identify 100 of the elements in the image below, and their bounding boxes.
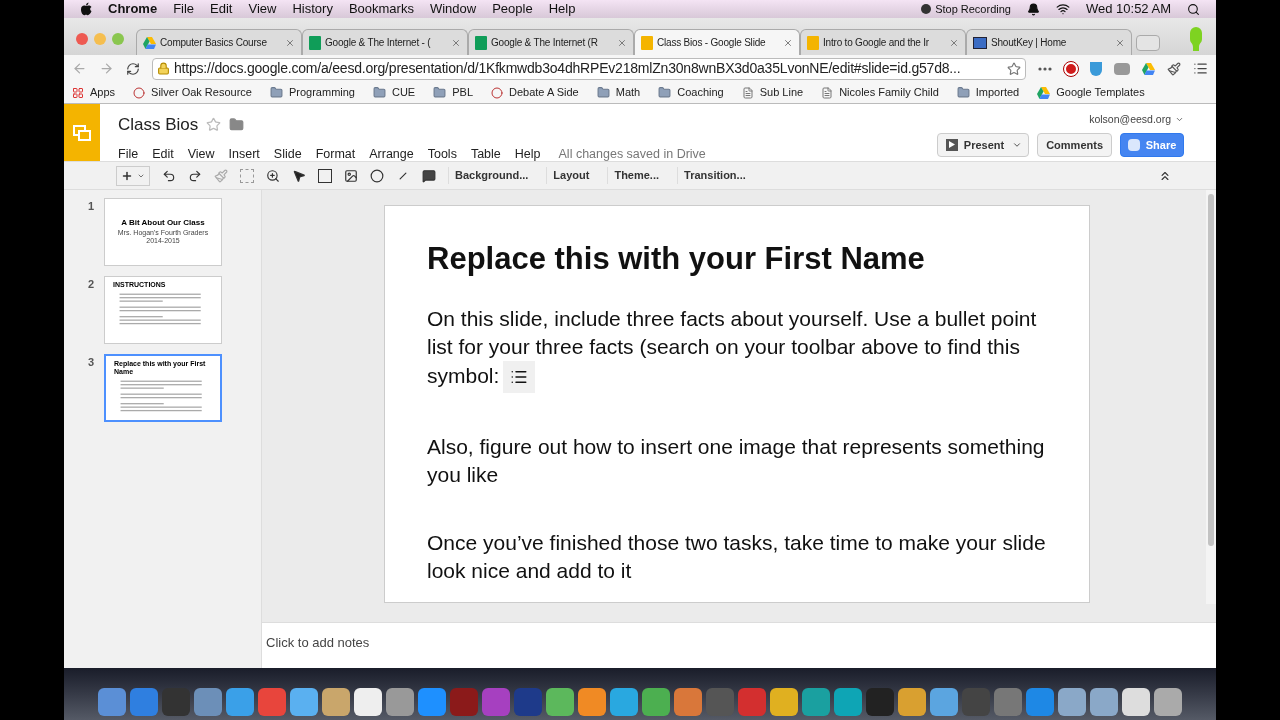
dock-app-icon[interactable]	[770, 688, 798, 716]
menu-item[interactable]: Slide	[273, 144, 302, 164]
bookmark[interactable]: Nicoles Family Child	[821, 84, 939, 101]
slide-paragraph[interactable]: Once you’ve finished those two tasks, take time to make your slide look nice and add to it	[427, 528, 1049, 585]
close-icon[interactable]	[1115, 37, 1125, 48]
bookmark[interactable]: CUE	[373, 84, 416, 101]
close-icon[interactable]	[285, 37, 295, 48]
dock-app-icon[interactable]	[642, 688, 670, 716]
slide-paragraph[interactable]: On this slide, include three facts about yourself. Use a bullet point list for your three facts (search on your toolbar above to find this symbol:	[427, 304, 1049, 393]
bookmark[interactable]: PBL	[433, 84, 473, 101]
toolbar-button[interactable]: Background...	[448, 167, 535, 184]
star-icon[interactable]	[206, 117, 222, 133]
toolbar-button[interactable]: Transition...	[677, 167, 752, 184]
toolbar-button[interactable]: Theme...	[607, 167, 666, 184]
bookmark[interactable]: Apps	[72, 84, 116, 101]
menu-item[interactable]: Edit	[152, 144, 174, 164]
browser-tab[interactable]: Class Bios - Google Slide	[634, 29, 800, 55]
stop-recording-button[interactable]: Stop Recording	[921, 0, 1011, 18]
close-icon[interactable]	[783, 37, 793, 48]
bookmark[interactable]: Debate A Side	[491, 84, 579, 101]
select-icon[interactable]	[292, 168, 306, 183]
image-icon[interactable]	[344, 168, 358, 183]
menu-item[interactable]: Tools	[427, 144, 457, 164]
apple-icon[interactable]	[80, 2, 92, 16]
search-icon[interactable]	[1187, 2, 1200, 16]
dock-app-icon[interactable]	[898, 688, 926, 716]
new-slide-button[interactable]	[116, 165, 150, 186]
menu-item[interactable]: Format	[315, 144, 356, 164]
bookmark[interactable]: Google Templates	[1037, 84, 1145, 101]
clock[interactable]: Wed 10:52 AM	[1085, 0, 1171, 19]
menu-icon[interactable]	[1193, 61, 1208, 76]
document-title[interactable]: Class Bios	[118, 112, 199, 138]
dock-app-icon[interactable]	[354, 688, 382, 716]
bookmark[interactable]: Silver Oak Resource	[133, 84, 252, 101]
menu-item[interactable]: Help	[548, 0, 576, 19]
dock-app-icon[interactable]	[578, 688, 606, 716]
bookmark-star-icon[interactable]	[1007, 61, 1021, 76]
bookmark[interactable]: Math	[596, 84, 641, 101]
dock-app-icon[interactable]	[226, 688, 254, 716]
address-field[interactable]: https://docs.google.com/a/eesd.org/presentation/d/1Kfkmwdb3o4dhRPEv218mlZn30n8wnBX3d0a35LvonNE/edit#slide=id.g57d8...	[152, 57, 1026, 80]
account-menu[interactable]: kolson@eesd.org	[1089, 112, 1184, 128]
dock-app-icon[interactable]	[1058, 688, 1086, 716]
folder-icon[interactable]	[229, 117, 245, 133]
more-icon[interactable]	[1038, 66, 1052, 71]
close-window-icon[interactable]	[76, 32, 88, 45]
bookmark[interactable]: Programming	[269, 84, 355, 101]
slides-logo[interactable]	[64, 104, 100, 161]
menu-item[interactable]: Arrange	[369, 144, 414, 164]
comments-button[interactable]: Comments	[1037, 132, 1112, 157]
notes-field[interactable]: Click to add notes	[262, 622, 1216, 668]
close-icon[interactable]	[451, 37, 461, 48]
browser-tab[interactable]: Computer Basics Course	[136, 29, 302, 55]
menu-item[interactable]: Edit	[210, 0, 233, 19]
menu-item[interactable]: View	[248, 0, 277, 19]
shield-icon[interactable]	[1090, 61, 1102, 76]
share-button[interactable]: Share	[1120, 132, 1184, 157]
slide-title[interactable]: Replace this with your First Name	[427, 240, 1049, 279]
paint-format-icon[interactable]	[214, 168, 228, 183]
new-tab-button[interactable]	[1136, 35, 1160, 51]
zoom-window-icon[interactable]	[112, 32, 124, 45]
bookmark[interactable]: Coaching	[658, 84, 724, 101]
slide-paragraph[interactable]: Also, figure out how to insert one image that represents something you like	[427, 432, 1049, 489]
dock-app-icon[interactable]	[386, 688, 414, 716]
notification-icon[interactable]	[1026, 2, 1040, 16]
forward-icon[interactable]	[99, 61, 114, 76]
browser-tab[interactable]: ShoutKey | Home	[966, 29, 1132, 55]
dock-app-icon[interactable]	[1122, 688, 1150, 716]
menu-item[interactable]: File	[173, 0, 195, 19]
dock-app-icon[interactable]	[1090, 688, 1118, 716]
dock-app-icon[interactable]	[546, 688, 574, 716]
close-icon[interactable]	[949, 37, 959, 48]
browser-tab[interactable]: Google & The Internet (R	[468, 29, 634, 55]
scrollbar[interactable]	[1206, 190, 1216, 604]
redo-icon[interactable]	[188, 168, 202, 183]
shape-icon[interactable]	[370, 168, 384, 183]
comment-icon[interactable]	[422, 168, 436, 183]
back-icon[interactable]	[72, 61, 87, 76]
menu-item[interactable]: People	[492, 0, 533, 19]
reload-icon[interactable]	[126, 61, 140, 76]
wifi-icon[interactable]	[1055, 2, 1070, 16]
undo-icon[interactable]	[162, 168, 176, 183]
present-button[interactable]: Present	[936, 132, 1030, 157]
menu-item[interactable]: Window	[429, 0, 477, 19]
menu-item[interactable]: Insert	[228, 144, 260, 164]
toolbar-button[interactable]: Layout	[546, 167, 596, 184]
menu-item[interactable]: History	[292, 0, 333, 19]
dock-app-icon[interactable]	[610, 688, 638, 716]
bookmark[interactable]: Sub Line	[741, 84, 804, 101]
app-menu[interactable]: Chrome	[108, 0, 158, 19]
stop-sign-icon[interactable]	[1064, 61, 1078, 76]
dock-app-icon[interactable]	[1154, 688, 1182, 716]
fit-icon[interactable]	[240, 168, 254, 183]
close-icon[interactable]	[617, 37, 627, 48]
brush-icon[interactable]	[1167, 61, 1181, 76]
menu-item[interactable]: View	[187, 144, 215, 164]
bookmark[interactable]: Imported	[956, 84, 1020, 101]
menu-item[interactable]: File	[118, 144, 139, 164]
zoom-icon[interactable]	[266, 168, 280, 183]
menu-item[interactable]: Bookmarks	[348, 0, 414, 19]
browser-tab[interactable]: Google & The Internet - (	[302, 29, 468, 55]
